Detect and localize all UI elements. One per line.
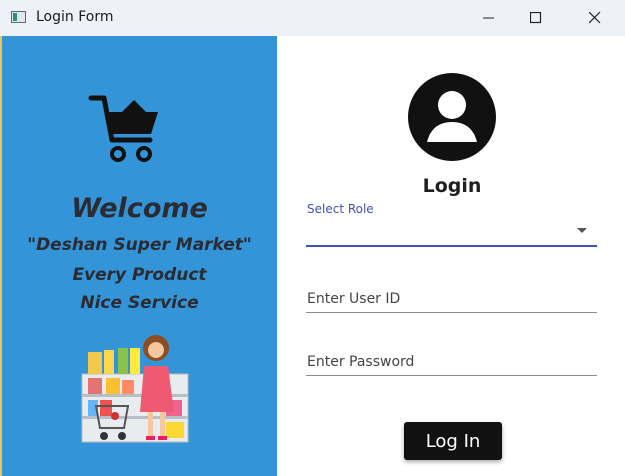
login-button[interactable]: Log In	[404, 422, 502, 460]
user-id-field[interactable]	[306, 283, 598, 313]
store-name: "Deshan Super Market"	[27, 235, 252, 255]
maximize-button[interactable]	[513, 0, 559, 36]
tagline-1: Every Product	[72, 265, 207, 285]
app-icon	[11, 11, 26, 23]
password-field[interactable]	[306, 346, 598, 376]
maximize-icon	[530, 12, 542, 24]
title-bar: Login Form	[0, 0, 625, 36]
user-id-input[interactable]	[306, 291, 598, 307]
window-title: Login Form	[36, 9, 114, 25]
chevron-down-icon	[577, 228, 587, 233]
minimize-icon	[483, 17, 494, 19]
tagline-2: Nice Service	[80, 293, 199, 313]
user-avatar-icon	[408, 73, 496, 161]
role-dropdown[interactable]	[306, 217, 597, 247]
minimize-button[interactable]	[466, 0, 512, 36]
welcome-heading: Welcome	[71, 193, 208, 224]
role-label: Select Role	[307, 202, 374, 216]
shopping-cart-icon	[88, 95, 158, 162]
login-title: Login	[422, 175, 482, 197]
close-button[interactable]	[572, 0, 618, 36]
close-icon	[589, 12, 601, 24]
shopper-illustration	[81, 335, 189, 443]
password-input[interactable]	[306, 354, 598, 370]
